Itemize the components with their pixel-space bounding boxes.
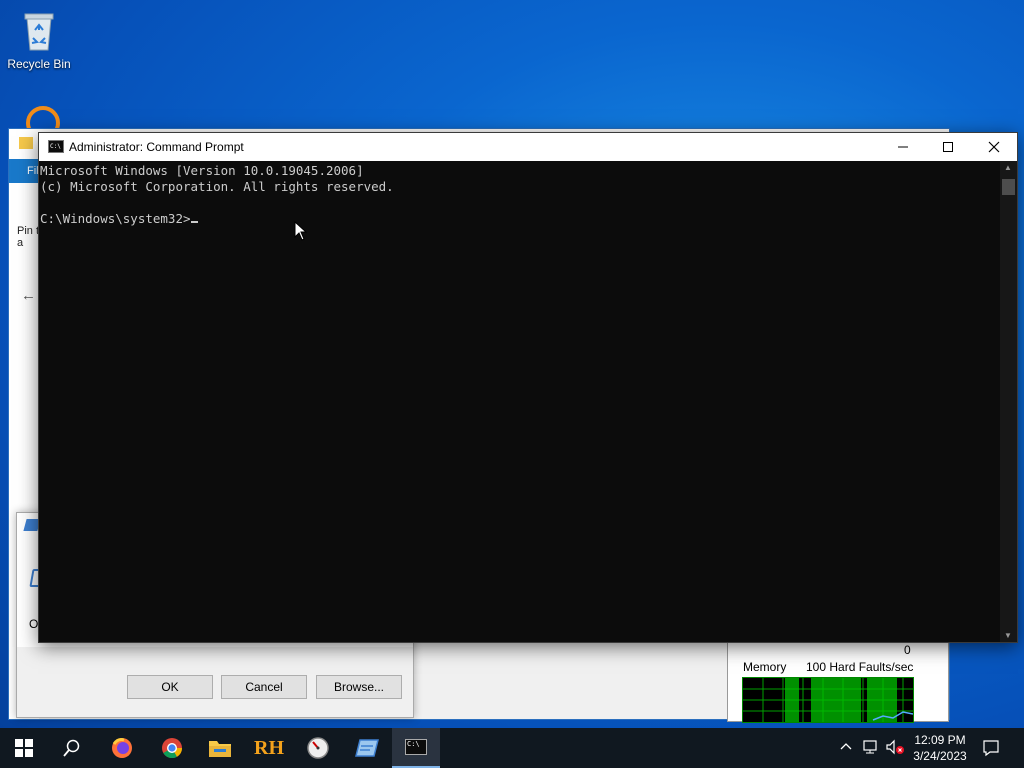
taskbar-resource-hacker[interactable]: RH: [245, 728, 293, 768]
folder-icon: [209, 741, 231, 757]
cmd-scrollbar[interactable]: ▲ ▼: [1000, 161, 1017, 642]
clock-date: 3/24/2023: [913, 749, 967, 763]
hard-faults-label: 100 Hard Faults/sec: [806, 660, 914, 674]
memory-graph-plot: [743, 678, 913, 722]
gauge-icon: [307, 737, 329, 759]
taskbar-firefox[interactable]: [98, 728, 146, 768]
minimize-icon: [898, 146, 908, 148]
scroll-up-icon[interactable]: ▲: [1004, 163, 1012, 172]
run-window-icon: [355, 739, 379, 757]
recycle-bin-desktop-icon[interactable]: Recycle Bin: [1, 8, 77, 71]
command-prompt-window[interactable]: C:\ Administrator: Command Prompt Micros…: [38, 132, 1018, 643]
console-line-copyright: (c) Microsoft Corporation. All rights re…: [40, 179, 394, 194]
cmd-titlebar[interactable]: C:\ Administrator: Command Prompt: [39, 133, 1017, 161]
folder-icon: [19, 137, 33, 149]
clock-time: 12:09 PM: [914, 733, 966, 747]
graph-zero-label: 0: [904, 643, 911, 657]
chrome-icon: [162, 738, 183, 759]
console-output[interactable]: Microsoft Windows [Version 10.0.19045.20…: [39, 161, 1000, 642]
memory-graph: [742, 677, 914, 723]
ok-button[interactable]: OK: [127, 675, 213, 699]
maximize-icon: [943, 142, 953, 152]
search-icon: [63, 739, 80, 757]
notification-icon: [983, 740, 999, 757]
close-icon: [988, 141, 1000, 153]
taskbar: RH C:\ 12:09 PM 3/24/2023: [0, 728, 1024, 768]
minimize-button[interactable]: [880, 133, 926, 161]
run-dialog-footer: OK Cancel Browse...: [17, 647, 413, 717]
network-tray-button[interactable]: [862, 739, 880, 758]
cancel-button[interactable]: Cancel: [221, 675, 307, 699]
scroll-down-icon[interactable]: ▼: [1004, 631, 1012, 640]
recycle-bin-label: Recycle Bin: [7, 57, 71, 71]
task-manager-window: 0 Memory 100 Hard Faults/sec: [727, 640, 949, 723]
run-open-label: O: [29, 617, 39, 631]
browse-button[interactable]: Browse...: [316, 675, 402, 699]
cmd-scroll-thumb[interactable]: [1002, 179, 1015, 195]
network-icon: [863, 740, 877, 754]
taskbar-chrome[interactable]: [148, 728, 196, 768]
console-prompt-line: C:\Windows\system32>: [40, 211, 1000, 227]
mouse-pointer-icon: [294, 221, 308, 241]
recycle-bin-icon: [24, 13, 54, 51]
explorer-pin-text[interactable]: Pin t a: [17, 225, 39, 249]
search-button[interactable]: [48, 728, 96, 768]
action-center-button[interactable]: [982, 739, 1000, 760]
taskbar-gauge-app[interactable]: [294, 728, 342, 768]
cmd-icon: C:\: [405, 739, 427, 755]
text-cursor: [190, 221, 198, 223]
volume-tray-button[interactable]: [885, 739, 905, 758]
console-prompt: C:\Windows\system32>: [40, 211, 191, 226]
taskbar-command-prompt[interactable]: C:\: [392, 728, 440, 768]
console-line-version: Microsoft Windows [Version 10.0.19045.20…: [40, 163, 364, 178]
windows-logo-icon: [15, 739, 33, 757]
cmd-app-icon: C:\: [48, 140, 64, 153]
volume-muted-icon: [886, 739, 904, 755]
memory-label: Memory: [743, 660, 787, 674]
taskbar-file-explorer[interactable]: [196, 728, 244, 768]
show-hidden-icons-button[interactable]: [840, 740, 852, 754]
chevron-up-icon: [840, 743, 852, 750]
maximize-button[interactable]: [925, 133, 971, 161]
taskbar-run-app[interactable]: [343, 728, 391, 768]
firefox-icon: [112, 738, 132, 758]
cmd-title: Administrator: Command Prompt: [69, 140, 244, 154]
clock[interactable]: 12:09 PM 3/24/2023: [905, 732, 975, 764]
start-button[interactable]: [0, 728, 48, 768]
close-button[interactable]: [971, 133, 1017, 161]
back-arrow-icon[interactable]: ←: [21, 287, 36, 304]
